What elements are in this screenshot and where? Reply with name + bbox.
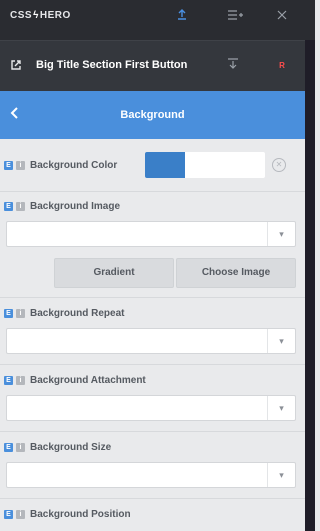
- save-icon[interactable]: [225, 58, 241, 74]
- background-repeat-label: E i Background Repeat: [4, 306, 124, 320]
- background-color-label: E i Background Color: [4, 158, 117, 172]
- edit-badge[interactable]: E: [4, 201, 13, 211]
- upload-icon[interactable]: [173, 9, 191, 23]
- background-size-select[interactable]: ▾: [6, 462, 296, 488]
- info-badge[interactable]: i: [16, 375, 25, 385]
- divider: [0, 498, 305, 499]
- background-image-label: E i Background Image: [4, 199, 120, 213]
- chevron-down-icon[interactable]: ▾: [267, 222, 295, 246]
- list-add-icon[interactable]: [226, 9, 244, 23]
- edit-badge[interactable]: E: [4, 442, 13, 452]
- properties-panel: E i Background Color ✕ E i Background Im…: [0, 139, 305, 531]
- reset-badge[interactable]: R: [274, 58, 290, 74]
- background-section-header: Background: [0, 91, 305, 139]
- background-attachment-select[interactable]: ▾: [6, 395, 296, 421]
- info-badge[interactable]: i: [16, 201, 25, 211]
- background-color-picker[interactable]: [145, 152, 265, 178]
- chevron-down-icon[interactable]: ▾: [267, 463, 295, 487]
- section-title: Background: [120, 109, 185, 121]
- gradient-button[interactable]: Gradient: [54, 258, 174, 288]
- choose-image-button[interactable]: Choose Image: [176, 258, 296, 288]
- background-repeat-select[interactable]: ▾: [6, 328, 296, 354]
- csshero-logo: CSSϟHERO: [10, 10, 71, 21]
- edit-badge[interactable]: E: [4, 375, 13, 385]
- background-image-select[interactable]: ▾: [6, 221, 296, 247]
- background-size-label: E i Background Size: [4, 440, 111, 454]
- background-position-label: E i Background Position: [4, 507, 131, 521]
- divider: [0, 191, 305, 192]
- edit-badge[interactable]: E: [4, 308, 13, 318]
- background-attachment-label: E i Background Attachment: [4, 373, 146, 387]
- chevron-down-icon[interactable]: ▾: [267, 329, 295, 353]
- info-badge[interactable]: i: [16, 509, 25, 519]
- color-preview: [145, 152, 185, 178]
- chevron-down-icon[interactable]: ▾: [267, 396, 295, 420]
- edit-badge[interactable]: E: [4, 160, 13, 170]
- clear-color-icon[interactable]: ✕: [272, 158, 286, 172]
- element-title: Big Title Section First Button: [36, 59, 188, 71]
- external-link-icon[interactable]: [10, 59, 24, 73]
- top-toolbar: CSSϟHERO: [0, 0, 315, 40]
- element-title-bar: Big Title Section First Button R: [0, 40, 315, 91]
- close-icon[interactable]: [273, 9, 291, 23]
- info-badge[interactable]: i: [16, 442, 25, 452]
- edit-badge[interactable]: E: [4, 509, 13, 519]
- divider: [0, 431, 305, 432]
- divider: [0, 297, 305, 298]
- page-background-strip: [305, 40, 315, 531]
- divider: [0, 364, 305, 365]
- info-badge[interactable]: i: [16, 308, 25, 318]
- info-badge[interactable]: i: [16, 160, 25, 170]
